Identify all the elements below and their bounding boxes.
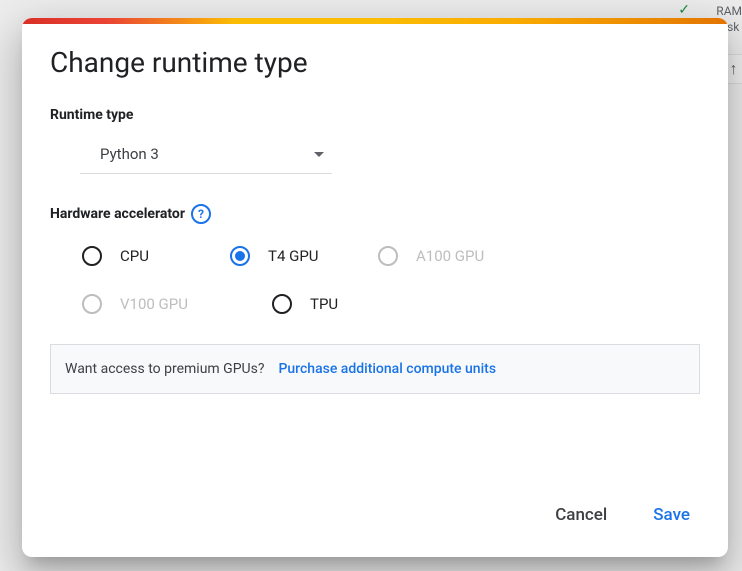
premium-promo-box: Want access to premium GPUs? Purchase ad…	[50, 344, 700, 394]
accelerator-option-tpu[interactable]: TPU	[272, 294, 402, 314]
accelerator-option-t4[interactable]: T4 GPU	[230, 246, 360, 266]
accelerator-option-cpu[interactable]: CPU	[82, 246, 212, 266]
accelerator-option-label: CPU	[120, 247, 149, 265]
accelerator-option-label: TPU	[310, 295, 338, 313]
help-icon[interactable]: ?	[191, 204, 211, 224]
accelerator-option-label: V100 GPU	[120, 295, 188, 313]
runtime-settings-dialog: Change runtime type Runtime type Python …	[22, 18, 728, 557]
save-button[interactable]: Save	[645, 499, 698, 531]
runtime-type-select[interactable]: Python 3	[80, 135, 332, 174]
accelerator-option-label: T4 GPU	[268, 247, 319, 265]
radio-icon	[230, 246, 250, 266]
accelerator-label: Hardware accelerator ?	[50, 204, 700, 224]
premium-promo-text: Want access to premium GPUs?	[65, 361, 264, 377]
purchase-units-link[interactable]: Purchase additional compute units	[278, 361, 496, 377]
radio-icon	[272, 294, 292, 314]
radio-icon	[378, 246, 398, 266]
connected-check-icon: ✓	[678, 2, 690, 18]
dialog-title: Change runtime type	[50, 46, 700, 79]
accelerator-radio-group: CPU T4 GPU A100 GPU V100 GPU TPU	[82, 246, 642, 314]
accelerator-label-text: Hardware accelerator	[50, 206, 185, 222]
chevron-down-icon	[314, 152, 324, 157]
accelerator-option-label: A100 GPU	[416, 247, 484, 265]
radio-icon	[82, 246, 102, 266]
runtime-type-label: Runtime type	[50, 107, 700, 123]
accelerator-option-a100: A100 GPU	[378, 246, 550, 266]
radio-icon	[82, 294, 102, 314]
cancel-button[interactable]: Cancel	[547, 499, 615, 531]
dialog-actions: Cancel Save	[22, 479, 728, 557]
runtime-type-selected-value: Python 3	[100, 145, 159, 163]
accelerator-option-v100: V100 GPU	[82, 294, 254, 314]
